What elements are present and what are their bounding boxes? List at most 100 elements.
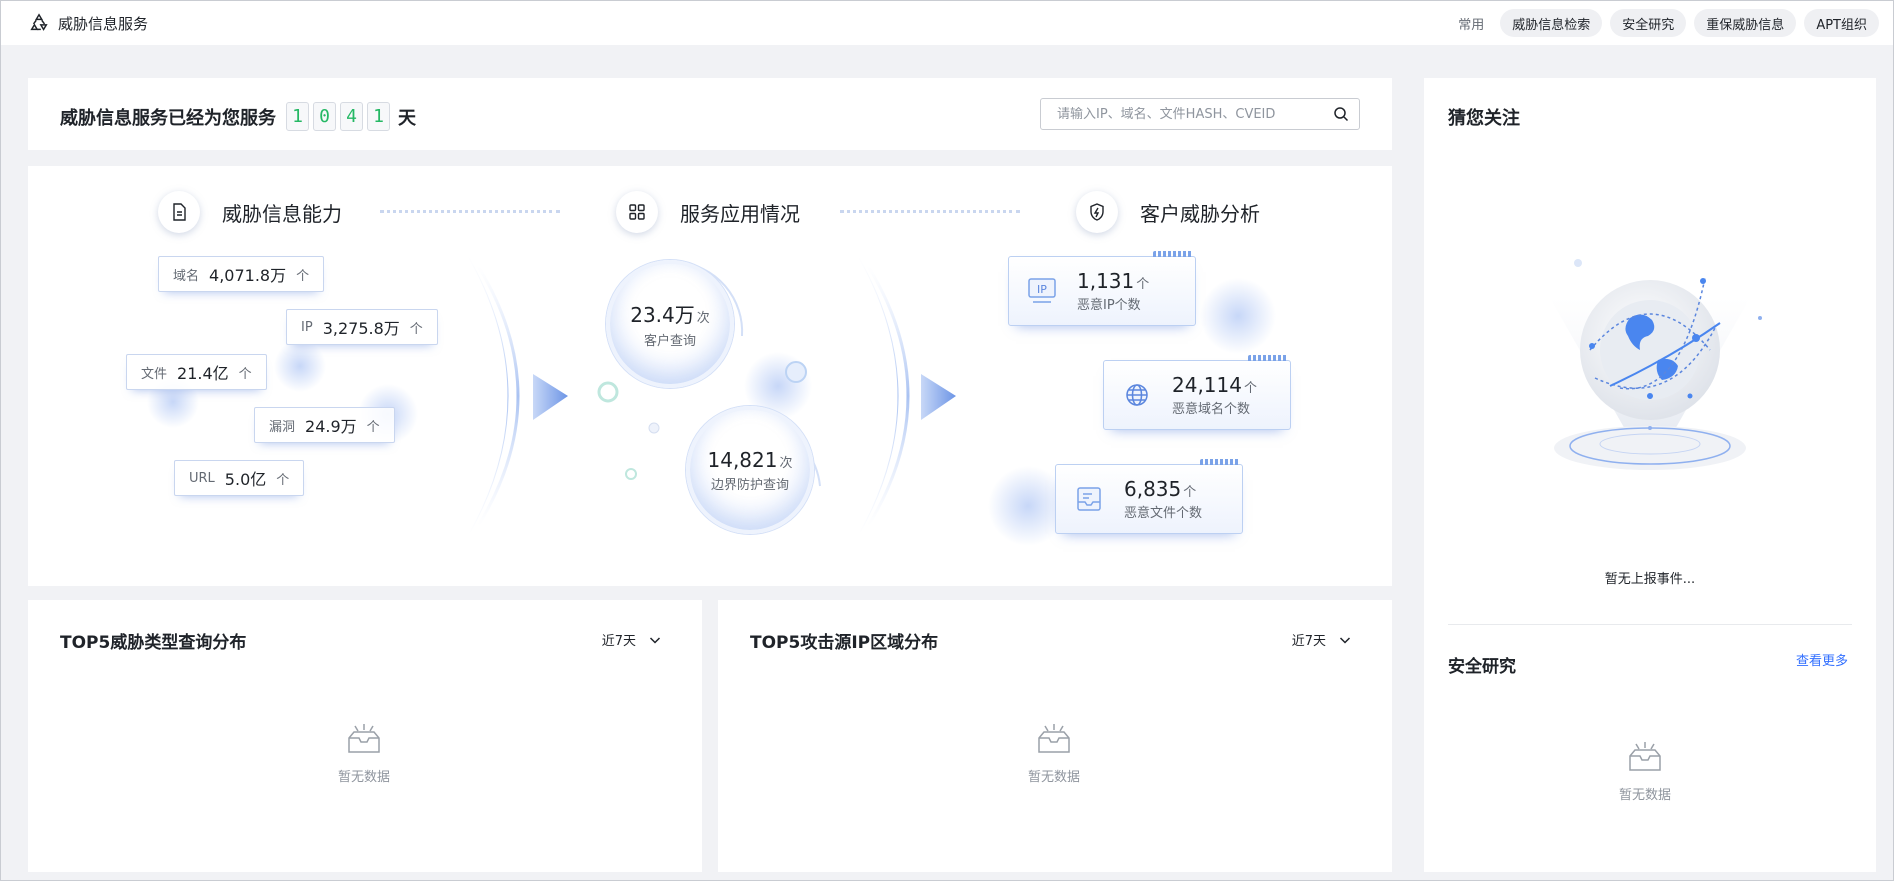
stat-value: 1,131 个 <box>1077 269 1150 293</box>
capability-header: 威胁信息能力 <box>158 191 342 233</box>
day-digit: 1 <box>286 102 309 131</box>
stat-label: 恶意域名个数 <box>1172 402 1251 417</box>
tag-label: 域名 <box>173 268 200 284</box>
stat-malicious-ip[interactable]: IP 1,131 个 恶意IP个数 <box>1008 251 1196 326</box>
shield-bolt-icon <box>1076 191 1118 233</box>
chevron-down-icon <box>649 636 661 644</box>
quick-label: 常用 <box>1458 17 1485 33</box>
capability-tag-file[interactable]: 文件 21.4亿 个 <box>126 354 267 390</box>
quick-link-threat-search[interactable]: 威胁信息检索 <box>1500 9 1603 37</box>
day-digit: 1 <box>367 102 390 131</box>
top5-source-card: TOP5攻击源IP区域分布 近7天 暂无数据 <box>718 600 1392 872</box>
bubble-label: 边界防护查询 <box>710 477 789 493</box>
research-title: 安全研究 <box>1448 657 1516 677</box>
top5-threat-range-select[interactable]: 近7天 <box>602 630 662 649</box>
analysis-header: 客户威胁分析 <box>1076 191 1260 233</box>
tag-unit: 个 <box>409 321 423 337</box>
search-icon[interactable] <box>1333 106 1349 122</box>
bubble-label: 客户查询 <box>643 334 696 349</box>
overview-visual-card: 威胁信息能力 服务应用情况 客户威胁分析 域名 4,071.8万 个 IP 3,… <box>28 166 1392 586</box>
stat-label: 恶意文件个数 <box>1124 506 1203 521</box>
globe-illustration-icon <box>1550 259 1762 470</box>
side-panel: 猜您关注 暂无上报事件... 安全研究 查看更多 暂无数据 <box>1424 78 1876 872</box>
range-value: 近7天 <box>601 634 636 649</box>
top5-source-title: TOP5攻击源IP区域分布 <box>750 633 939 653</box>
capability-tag-vuln[interactable]: 漏洞 24.9万 个 <box>254 407 395 443</box>
svg-text:IP: IP <box>1037 283 1047 296</box>
stat-malicious-domain[interactable]: 24,114 个 恶意域名个数 <box>1103 355 1291 430</box>
no-events-text: 暂无上报事件... <box>1604 572 1696 587</box>
tag-label: 漏洞 <box>269 419 296 435</box>
tag-unit: 个 <box>366 419 380 435</box>
stat-stripe <box>1200 459 1240 465</box>
service-days-suffix: 天 <box>398 107 416 129</box>
empty-state: 暂无数据 <box>338 722 390 785</box>
chevron-down-icon <box>1339 636 1351 644</box>
empty-inbox-icon <box>1038 724 1070 753</box>
usage-bubble-boundary-query[interactable]: 14,821 次 边界防护查询 <box>686 406 814 534</box>
analysis-title: 客户威胁分析 <box>1140 201 1260 226</box>
top-bar: 威胁信息服务 常用 威胁信息检索 安全研究 重保威胁信息 APT组织 <box>1 1 1893 45</box>
stat-label: 恶意IP个数 <box>1077 298 1141 313</box>
capability-title: 威胁信息能力 <box>222 201 342 226</box>
section-connector <box>380 210 560 213</box>
quick-links: 常用 威胁信息检索 安全研究 重保威胁信息 APT组织 <box>1458 9 1879 37</box>
empty-state: 暂无数据 <box>1028 722 1080 785</box>
service-days-card: 威胁信息服务已经为您服务 1 0 4 1 天 <box>28 78 1392 150</box>
threat-search-input[interactable] <box>1041 106 1333 122</box>
file-box-icon <box>1072 482 1106 516</box>
stat-value: 6,835 个 <box>1124 477 1197 501</box>
tag-value: 24.9万 <box>305 417 357 436</box>
document-icon <box>158 191 200 233</box>
bubble-value: 23.4万次 <box>630 303 710 327</box>
capability-tag-domain[interactable]: 域名 4,071.8万 个 <box>158 256 325 292</box>
service-days-prefix: 威胁信息服务已经为您服务 <box>60 107 276 129</box>
threat-search-box <box>1040 98 1360 130</box>
service-days-counter: 1 0 4 1 <box>282 102 390 131</box>
top5-source-range-select[interactable]: 近7天 <box>1292 630 1352 649</box>
top5-threat-card: TOP5威胁类型查询分布 近7天 暂无数据 <box>28 600 702 872</box>
usage-title: 服务应用情况 <box>680 201 800 226</box>
empty-text: 暂无数据 <box>1028 770 1081 785</box>
tag-label: URL <box>189 470 215 486</box>
stat-stripe <box>1248 355 1288 361</box>
tag-value: 21.4亿 <box>177 364 229 383</box>
empty-text: 暂无数据 <box>338 770 391 785</box>
range-value: 近7天 <box>1291 634 1326 649</box>
empty-inbox-icon <box>1629 742 1661 771</box>
stat-stripe <box>1153 251 1193 257</box>
stat-malicious-file[interactable]: 6,835 个 恶意文件个数 <box>1055 459 1243 534</box>
tag-value: 4,071.8万 <box>209 266 287 285</box>
brand[interactable]: 威胁信息服务 <box>28 12 148 34</box>
apps-grid-icon <box>616 191 658 233</box>
bubble-value: 14,821 次 <box>707 447 793 472</box>
recycle-logo-icon <box>30 13 48 31</box>
empty-state: 暂无数据 <box>1619 740 1671 803</box>
tag-value: 5.0亿 <box>224 470 267 489</box>
view-more-link[interactable]: 查看更多 <box>1796 650 1848 669</box>
globe-icon <box>1120 378 1154 412</box>
quick-link-key-protection[interactable]: 重保威胁信息 <box>1694 9 1797 37</box>
quick-link-security-research[interactable]: 安全研究 <box>1610 9 1687 37</box>
side-title: 猜您关注 <box>1448 108 1520 129</box>
tag-unit: 个 <box>238 366 252 382</box>
tag-value: 3,275.8万 <box>322 319 400 338</box>
divider <box>1448 624 1852 625</box>
usage-header: 服务应用情况 <box>616 191 800 233</box>
usage-bubble-customer-query[interactable]: 23.4万次 客户查询 <box>606 260 734 388</box>
tag-unit: 个 <box>276 472 290 488</box>
day-digit: 0 <box>313 102 336 131</box>
empty-inbox-icon <box>348 724 380 753</box>
capability-tag-ip[interactable]: IP 3,275.8万 个 <box>286 309 438 345</box>
tag-label: 文件 <box>141 366 168 382</box>
service-days: 威胁信息服务已经为您服务 1 0 4 1 天 <box>60 102 416 131</box>
app-title: 威胁信息服务 <box>58 14 149 33</box>
capability-tag-url[interactable]: URL 5.0亿 个 <box>174 460 305 496</box>
top5-threat-title: TOP5威胁类型查询分布 <box>60 633 247 653</box>
tag-unit: 个 <box>296 268 310 284</box>
quick-link-apt[interactable]: APT组织 <box>1804 9 1879 37</box>
stat-value: 24,114 个 <box>1172 373 1257 397</box>
empty-text: 暂无数据 <box>1619 788 1672 803</box>
day-digit: 4 <box>340 102 363 131</box>
section-connector <box>840 210 1020 213</box>
